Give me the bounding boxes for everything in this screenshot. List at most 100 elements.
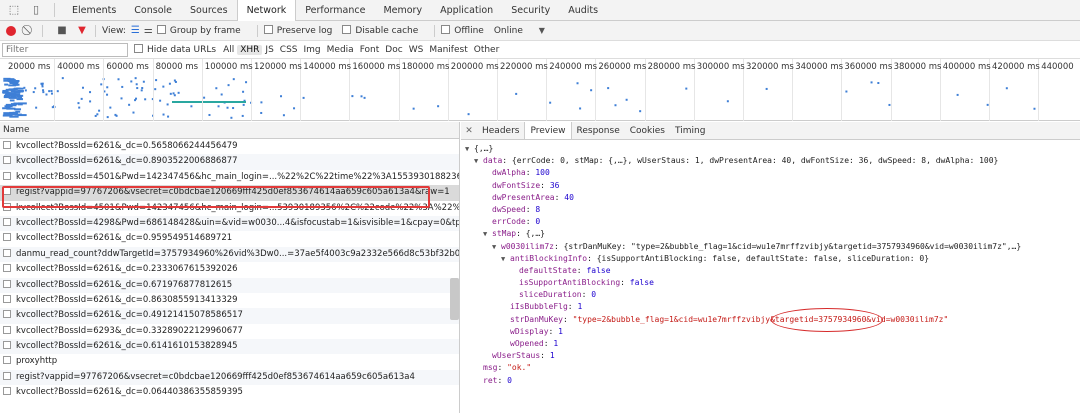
request-row[interactable]: kvcollect?BossId=4501&Pwd=142347456&hc_m… xyxy=(0,170,459,185)
json-line[interactable]: ▼ stMap: {,…} xyxy=(461,228,1080,240)
tab-audits[interactable]: Audits xyxy=(559,0,607,21)
filter-type-doc[interactable]: Doc xyxy=(382,45,405,55)
request-row[interactable]: kvcollect?BossId=6261&_dc=0.064403863558… xyxy=(0,385,459,400)
filter-input[interactable] xyxy=(2,42,128,57)
request-name: kvcollect?BossId=4501&Pwd=142347456&hc_m… xyxy=(16,171,459,182)
timeline-overview[interactable]: 20000 ms 40000 ms 60000 ms 80000 ms 100000 m… xyxy=(0,59,1080,121)
scrollbar[interactable] xyxy=(450,278,459,320)
request-row[interactable]: danmu_read_count?ddwTargetId=3757934960%… xyxy=(0,246,459,263)
request-row[interactable]: kvcollect?BossId=6261&_dc=0.233306761539… xyxy=(0,262,459,277)
tab-network[interactable]: Network xyxy=(236,0,297,21)
preserve-log-toggle[interactable]: Preserve log xyxy=(263,25,332,36)
filter-type-all[interactable]: All xyxy=(220,45,237,55)
json-key: errCode xyxy=(492,217,526,227)
json-line: msg: "ok." xyxy=(461,362,1080,374)
disable-cache-toggle[interactable]: Disable cache xyxy=(342,25,418,36)
json-line[interactable]: ▼ data: {errCode: 0, stMap: {,…}, wUserSt… xyxy=(461,155,1080,167)
tab-application[interactable]: Application xyxy=(431,0,502,21)
request-row[interactable]: kvcollect?BossId=6261&_dc=0.614161015382… xyxy=(0,339,459,355)
expand-arrow-icon[interactable]: ▼ xyxy=(465,143,474,155)
chevron-down-icon[interactable]: ▼ xyxy=(535,24,549,38)
request-row[interactable]: kvcollect?BossId=6293&_dc=0.332890221299… xyxy=(0,324,459,339)
group-by-frame-toggle[interactable]: Group by frame xyxy=(156,25,241,36)
request-row[interactable]: kvcollect?BossId=4501&Pwd=142347456&hc_m… xyxy=(0,201,459,216)
tab-cookies[interactable]: Cookies xyxy=(625,122,670,139)
record-icon[interactable] xyxy=(6,25,16,36)
close-icon[interactable]: ✕ xyxy=(461,122,477,139)
filter-type-other[interactable]: Other xyxy=(471,45,503,55)
request-name: regist?vappid=97767206&vsecret=c0bdcbae1… xyxy=(16,187,450,198)
json-line[interactable]: ▼ antiBlockingInfo: {isSupportAntiBlockin… xyxy=(461,253,1080,265)
json-line[interactable]: ▼ {,…} xyxy=(461,143,1080,155)
json-line[interactable]: ▼ w0030ilim7z: {strDanMuKey: "type=2&bubb… xyxy=(461,241,1080,253)
timeline-request-bar xyxy=(10,89,15,92)
tab-preview[interactable]: Preview xyxy=(524,122,572,139)
request-row[interactable]: kvcollect?BossId=6261&_dc=0.671976877812… xyxy=(0,277,459,293)
name-column-header[interactable]: Name xyxy=(0,122,459,139)
overview-icon[interactable]: ⚌ xyxy=(144,25,153,36)
filter-type-js[interactable]: JS xyxy=(262,45,276,55)
timeline-tick-label: 60000 ms xyxy=(106,62,149,72)
request-row[interactable]: kvcollect?BossId=4298&Pwd=686148428&uin=… xyxy=(0,215,459,232)
expand-arrow-icon[interactable]: ▼ xyxy=(501,253,510,265)
timeline-request-bar xyxy=(2,107,9,110)
throttling-select[interactable]: Online xyxy=(494,26,523,36)
checkbox[interactable] xyxy=(342,25,352,34)
timeline-request-bar xyxy=(726,100,729,103)
timeline-tick-label: 340000 ms xyxy=(795,62,844,72)
checkbox[interactable] xyxy=(441,25,451,34)
tab-elements[interactable]: Elements xyxy=(63,0,125,21)
tab-headers[interactable]: Headers xyxy=(477,122,524,139)
clear-icon[interactable]: ⃠ xyxy=(22,24,36,38)
expand-arrow-icon[interactable]: ▼ xyxy=(483,228,492,240)
tab-console[interactable]: Console xyxy=(125,0,181,21)
filter-type-css[interactable]: CSS xyxy=(277,45,301,55)
checkbox[interactable] xyxy=(156,25,166,34)
tab-response[interactable]: Response xyxy=(572,122,625,139)
timeline-request-bar xyxy=(190,105,193,108)
timeline-request-bar xyxy=(10,103,18,106)
json-value: 1 xyxy=(553,339,559,348)
checkbox[interactable] xyxy=(263,25,273,34)
timeline-tick-label: 280000 ms xyxy=(647,62,696,72)
tab-sources[interactable]: Sources xyxy=(181,0,237,21)
expand-arrow-icon[interactable]: ▼ xyxy=(492,241,501,253)
timeline-request-bar xyxy=(220,93,223,96)
filter-type-font[interactable]: Font xyxy=(357,45,383,55)
hide-data-urls-toggle[interactable]: Hide data URLs xyxy=(134,44,216,55)
request-row[interactable]: kvcollect?BossId=6261&_dc=0.890352200688… xyxy=(0,154,459,170)
request-row[interactable]: regist?vappid=97767206&vsecret=c0bdcbae1… xyxy=(0,369,459,386)
capture-screenshots-icon[interactable]: ■ xyxy=(55,24,69,38)
request-row[interactable]: regist?vappid=97767206&vsecret=c0bdcbae1… xyxy=(0,185,459,201)
tab-memory[interactable]: Memory xyxy=(374,0,431,21)
large-rows-icon[interactable]: ☰ xyxy=(131,25,140,36)
timeline-request-bar xyxy=(106,93,109,96)
tab-security[interactable]: Security xyxy=(502,0,559,21)
filter-type-media[interactable]: Media xyxy=(324,45,357,55)
inspect-element-icon[interactable]: ⬚ xyxy=(6,2,22,18)
timeline-request-bar xyxy=(549,101,552,104)
request-row[interactable]: kvcollect?BossId=6261&_dc=0.959549514689… xyxy=(0,231,459,246)
file-icon xyxy=(3,187,11,196)
request-row[interactable]: kvcollect?BossId=6261&_dc=0.863085591341… xyxy=(0,293,459,308)
request-row[interactable]: proxyhttp xyxy=(0,354,459,369)
json-punct: : xyxy=(497,375,508,385)
offline-toggle[interactable]: Offline xyxy=(441,25,484,36)
filter-icon[interactable]: ▼ xyxy=(75,24,89,38)
device-toolbar-icon[interactable]: ▯ xyxy=(28,2,44,18)
filter-type-ws[interactable]: WS xyxy=(406,45,427,55)
tab-timing[interactable]: Timing xyxy=(670,122,710,139)
expand-arrow-icon[interactable]: ▼ xyxy=(474,155,483,167)
timeline-request-bar xyxy=(351,95,354,98)
timeline-request-bar xyxy=(172,101,246,103)
checkbox[interactable] xyxy=(134,44,143,53)
filter-type-xhr[interactable]: XHR xyxy=(237,44,263,55)
filter-type-manifest[interactable]: Manifest xyxy=(426,45,470,55)
tab-performance[interactable]: Performance xyxy=(296,0,374,21)
filter-type-img[interactable]: Img xyxy=(301,45,324,55)
request-row[interactable]: kvcollect?BossId=6261&_dc=0.491214150785… xyxy=(0,308,459,324)
request-row[interactable]: kvcollect?BossId=6261&_dc=0.565806624445… xyxy=(0,139,459,154)
file-icon xyxy=(3,294,11,303)
timeline-tick-label: 380000 ms xyxy=(893,62,942,72)
json-preview-tree: ▼ {,…} ▼ data: {errCode: 0, stMap: {,…}, wU… xyxy=(461,140,1080,387)
